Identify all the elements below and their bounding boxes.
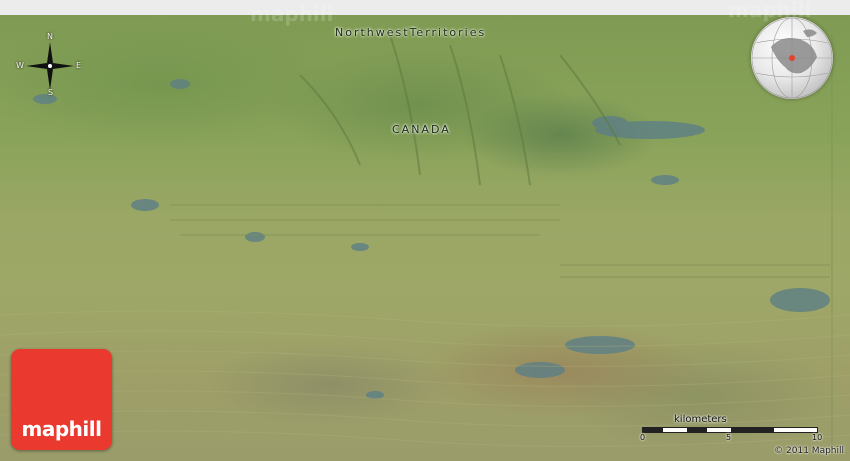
compass-n: N [47,32,53,41]
country-label: CANADA [392,123,451,136]
watermark: maphill [250,2,334,26]
scale-unit: kilometers [674,414,727,425]
logo-text: maphill [21,417,102,441]
plateau-lines [170,35,833,455]
compass-icon: N S W E [16,32,82,98]
globe-locator-icon[interactable] [751,17,833,99]
scale-tick-5: 5 [726,433,732,442]
ridges [299,34,621,186]
compass-s: S [48,88,54,97]
scale-bar: kilometers 0 5 10 [636,412,826,448]
satellite-map[interactable] [0,15,850,461]
compass-e: E [76,61,82,70]
compass-w: W [16,61,24,70]
scale-tick-0: 0 [640,433,646,442]
copyright-text: © 2011 Maphill [774,446,844,456]
top-bar [0,0,850,15]
scale-tick-10: 10 [812,433,823,442]
terrain-overlay [0,34,850,455]
map-frame: maphill maphill NorthwestTerritories CAN… [0,0,850,461]
maphill-logo[interactable]: maphill [11,349,112,450]
region-label: NorthwestTerritories [335,26,487,39]
